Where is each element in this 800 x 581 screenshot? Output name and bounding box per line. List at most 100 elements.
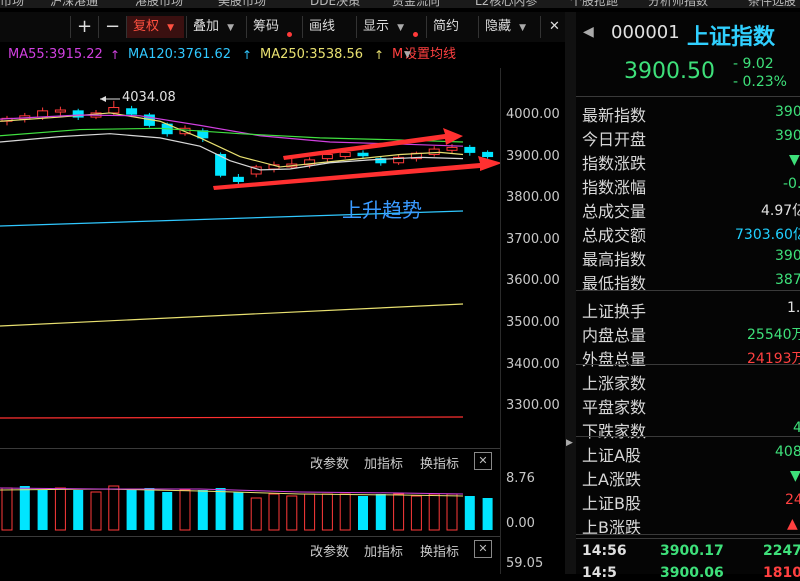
quote-value: 408 (775, 444, 800, 460)
close-icon[interactable]: ✕ (474, 452, 492, 470)
volume-bar (482, 498, 493, 530)
price-change: - 9.02 (733, 56, 774, 72)
volume-bar (304, 493, 316, 531)
quote-value: 390 (775, 128, 800, 144)
price-tick: 3500.00 (506, 315, 560, 330)
close-icon[interactable]: ✕ (474, 540, 492, 558)
zoom-out-button[interactable]: − (98, 16, 126, 38)
trend-arrow-upper (283, 128, 463, 160)
menu-item[interactable]: L2核心内参 (475, 0, 537, 8)
volume-bar (215, 488, 226, 530)
volume-tick: 8.76 (506, 471, 535, 486)
volume-bar (144, 488, 155, 530)
trend-annotation: 上升趋势 (342, 198, 422, 222)
axis-divider (500, 68, 501, 574)
volume-bar (108, 485, 120, 531)
price-tick: 3300.00 (506, 398, 560, 413)
divider (576, 96, 800, 97)
divider (576, 436, 800, 437)
quote-label: 内盘总量 (582, 326, 647, 345)
candle (232, 176, 244, 182)
volume-bar (250, 497, 262, 531)
menu-item[interactable]: 条件选股 (748, 0, 796, 8)
divider (576, 538, 800, 539)
volume-ma-line (0, 487, 464, 495)
volume-bar (162, 492, 173, 530)
price-change-pct: - 0.23% (733, 74, 787, 90)
candle (321, 153, 333, 160)
jiazhibiao-button[interactable]: 加指标 (364, 453, 403, 472)
yincang-button[interactable]: 隐藏 ▼ (478, 16, 538, 38)
volume-bar (358, 496, 368, 530)
fuquan-button[interactable]: 复权 ▼ (126, 16, 184, 38)
menu-item[interactable]: 分析师指数 (648, 0, 708, 8)
diejia-button[interactable]: 叠加 ▼ (186, 16, 244, 38)
candle (357, 152, 369, 157)
menu-item[interactable]: 资金流向 (392, 0, 440, 8)
menu-item[interactable]: 美股市场 (218, 0, 266, 8)
quote-value: 4.97亿 (761, 203, 800, 219)
chart-toolbar: + − 复权 ▼ 叠加 ▼ 筹码 画线 显示 ▼ 简约 隐藏 ▼ ✕ (0, 12, 572, 42)
quote-value: 7303.60亿 (735, 227, 800, 243)
prev-arrow-icon[interactable]: ◀ (583, 24, 594, 40)
quote-value: 4 (793, 420, 800, 436)
quote-label: 下跌家数 (582, 422, 647, 441)
notification-dot-icon (413, 32, 418, 37)
menu-item[interactable]: DDE决策 (310, 0, 360, 8)
ma120-label: MA120:3761.62 (128, 47, 232, 62)
quote-value: 24193万 (747, 351, 800, 367)
tick-time: 14:56 (582, 543, 627, 559)
quote-label: 最高指数 (582, 250, 647, 269)
volume-bar (446, 493, 458, 531)
quote-label: 总成交额 (582, 226, 647, 245)
menu-item[interactable]: 港股市场 (135, 0, 183, 8)
jianyue-button[interactable]: 简约 (426, 16, 474, 38)
quote-label: 外盘总量 (582, 350, 647, 369)
gaicanshu-button[interactable]: 改参数 (310, 541, 349, 560)
candle (37, 110, 49, 118)
chouma-label: 筹码 (253, 19, 280, 34)
quote-value: 1. (787, 300, 800, 316)
candle (126, 108, 138, 115)
jiazhibiao-button[interactable]: 加指标 (364, 541, 403, 560)
gaicanshu-button[interactable]: 改参数 (310, 453, 349, 472)
volume-bar (1, 487, 13, 531)
kline-chart[interactable] (0, 68, 500, 448)
indicator-tick: 59.05 (506, 556, 544, 571)
panel-splitter[interactable] (565, 12, 576, 574)
quote-label: 指数涨跌 (582, 154, 647, 173)
huanzhibiao-button[interactable]: 换指标 (420, 541, 459, 560)
price-tick: 4000.00 (506, 107, 560, 122)
volume-chart[interactable] (0, 478, 500, 533)
quote-label: 上证换手 (582, 302, 647, 321)
volume-bar (37, 490, 48, 530)
quote-value: 24 (785, 492, 800, 508)
huaxian-button[interactable]: 画线 (302, 16, 352, 38)
volume-bar (339, 493, 351, 531)
quote-label: 今日开盘 (582, 130, 647, 149)
huanzhibiao-button[interactable]: 换指标 (420, 453, 459, 472)
quote-label: 最新指数 (582, 106, 647, 125)
menu-item[interactable]: 市场 (0, 0, 24, 8)
xianshi-button[interactable]: 显示 ▼ (356, 16, 418, 38)
volume-bar (19, 486, 30, 530)
close-icon[interactable]: ✕ (540, 16, 568, 38)
divider (0, 536, 500, 537)
collapse-arrow-icon[interactable]: ▶ (566, 438, 573, 448)
price-tick: 3900.00 (506, 149, 560, 164)
zoom-in-button[interactable]: + (70, 16, 98, 38)
fuquan-label: 复权 (133, 19, 160, 34)
volume-tick: 0.00 (506, 516, 535, 531)
ma-legend: MA55:3915.22 ↑ MA120:3761.62 ↑ MA250:353… (0, 42, 500, 68)
tick-price: 3900.06 (660, 565, 724, 581)
quote-value: -0. (783, 176, 800, 192)
dropdown-arrow-icon: ▼ (167, 23, 175, 33)
quote-value: ▼ (790, 468, 800, 484)
volume-bar (126, 490, 137, 530)
candle (54, 109, 66, 113)
menu-item[interactable]: 沪深港通 (50, 0, 98, 8)
menu-item[interactable]: 个股抢跑 (570, 0, 618, 8)
up-arrow-icon: ↑ (110, 48, 121, 62)
volume-bar (375, 494, 386, 530)
quote-value: 390 (775, 104, 800, 120)
